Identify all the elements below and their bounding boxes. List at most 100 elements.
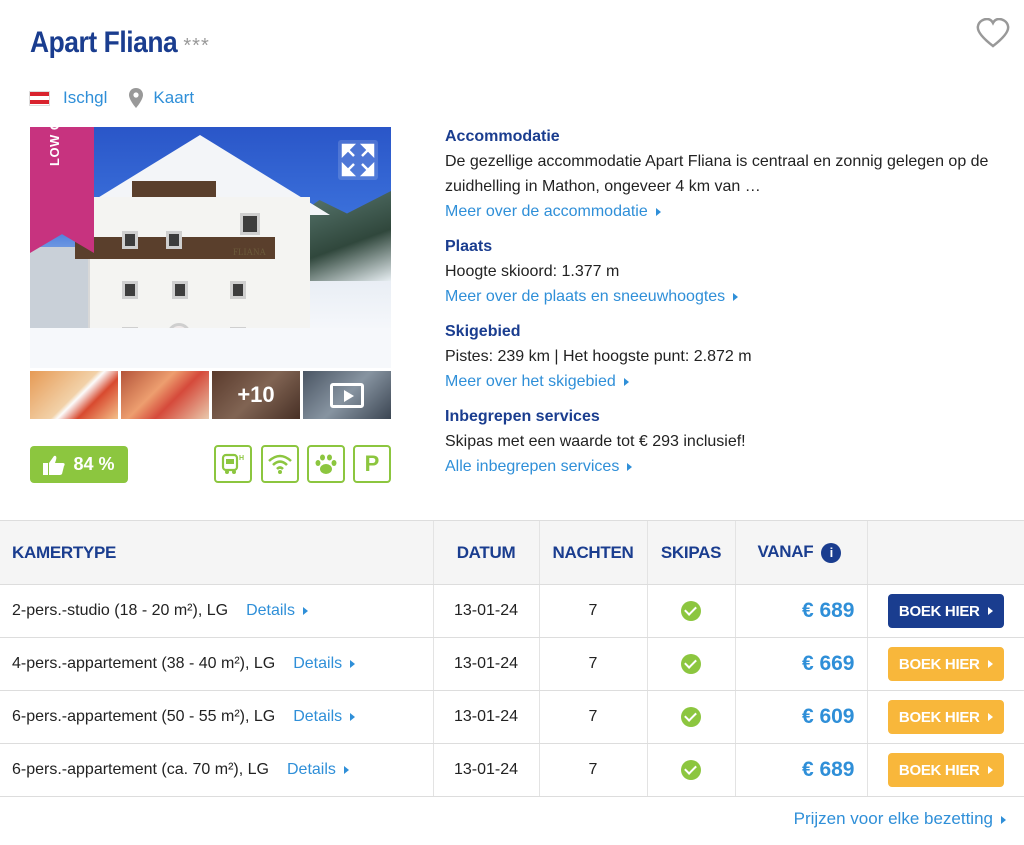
map-link[interactable]: Kaart — [153, 88, 194, 108]
chevron-right-icon — [350, 712, 356, 721]
book-button[interactable]: BOEK HIER — [887, 700, 1004, 734]
info-panel: Accommodatie De gezellige accommodatie A… — [445, 124, 1015, 489]
header-empty — [866, 520, 1024, 585]
book-button-label: BOEK HIER — [898, 761, 980, 779]
date-cell: 13-01-24 — [432, 690, 539, 744]
chevron-right-icon — [987, 713, 993, 721]
accommodation-title: Accommodatie — [445, 128, 560, 145]
ski-area-text: Pistes: 239 km | Het hoogste punt: 2.872… — [445, 348, 752, 365]
check-icon — [681, 707, 701, 727]
price-cell: € 669 — [734, 637, 867, 691]
room-type-cell: 6-pers.-appartement (ca. 70 m²), LG Detai… — [0, 743, 433, 797]
more-photos-count: +10 — [237, 382, 275, 407]
info-icon[interactable]: i — [821, 542, 842, 563]
skipass-cell — [646, 743, 735, 797]
bus-icon: H — [214, 445, 252, 483]
chevron-right-icon — [623, 377, 629, 386]
thumbnail-2[interactable] — [121, 371, 209, 419]
hotel-sign: FLIANA — [233, 247, 266, 257]
ski-area-block: Skigebied Pistes: 239 km | Het hoogste p… — [445, 319, 1015, 394]
thumbnail-1[interactable] — [30, 371, 118, 419]
room-type-cell: 4-pers.-appartement (38 - 40 m²), LG Deta… — [0, 637, 433, 691]
wifi-icon — [261, 445, 299, 483]
favorite-heart-icon[interactable] — [976, 18, 1010, 48]
accommodation-block: Accommodatie De gezellige accommodatie A… — [445, 124, 1015, 224]
book-cell: BOEK HIER — [866, 637, 1024, 691]
book-button-label: BOEK HIER — [898, 708, 980, 726]
skipass-cell — [646, 584, 735, 638]
check-icon — [681, 760, 701, 780]
header-vanaf-label: VANAF — [757, 542, 814, 562]
more-place-link[interactable]: Meer over de plaats en sneeuwhoogtes — [445, 288, 725, 305]
chevron-right-icon — [1001, 815, 1006, 824]
room-table: KAMERTYPE DATUM NACHTEN SKIPAS VANAF i 2-… — [0, 520, 1024, 797]
hotel-name: Apart Fliana — [30, 26, 178, 59]
title-row: Apart Fliana *** — [30, 26, 210, 60]
date-cell: 13-01-24 — [432, 637, 539, 691]
place-block: Plaats Hoogte skioord: 1.377 m Meer over… — [445, 234, 1015, 309]
header-skipas: SKIPAS — [646, 520, 735, 585]
nights-cell: 7 — [538, 690, 647, 744]
thumbnail-more[interactable]: +10 — [212, 371, 300, 419]
details-link[interactable]: Details — [246, 602, 295, 619]
prices-per-occupancy-label: Prijzen voor elke bezetting — [793, 809, 993, 828]
book-button-label: BOEK HIER — [898, 602, 980, 620]
header-kamertype: KAMERTYPE — [0, 520, 433, 585]
expand-icon[interactable] — [338, 140, 378, 180]
nights-cell: 7 — [538, 637, 647, 691]
table-row: 6-pers.-appartement (50 - 55 m²), LG Deta… — [0, 690, 1024, 744]
skipass-cell — [646, 637, 735, 691]
svg-text:H: H — [239, 455, 244, 462]
rating-badge: 84 % — [30, 446, 128, 483]
chevron-right-icon — [987, 607, 993, 615]
date-cell: 13-01-24 — [432, 584, 539, 638]
book-button-label: BOEK HIER — [898, 655, 980, 673]
table-row: 2-pers.-studio (18 - 20 m²), LG Details 13… — [0, 584, 1024, 638]
chevron-right-icon — [302, 606, 308, 615]
book-cell: BOEK HIER — [866, 743, 1024, 797]
book-cell: BOEK HIER — [866, 584, 1024, 638]
price-cell: € 689 — [734, 743, 867, 797]
ski-area-title: Skigebied — [445, 323, 521, 340]
more-ski-area-link[interactable]: Meer over het skigebied — [445, 373, 616, 390]
map-pin-icon — [129, 88, 144, 108]
chevron-right-icon — [343, 765, 349, 774]
thumbnail-strip: +10 — [30, 371, 391, 419]
star-rating: *** — [183, 35, 210, 57]
low-cost-label: LOW COST — [47, 91, 62, 166]
video-thumbnail[interactable] — [303, 371, 391, 419]
all-services-link[interactable]: Alle inbegrepen services — [445, 458, 619, 475]
room-type-cell: 6-pers.-appartement (50 - 55 m²), LG Deta… — [0, 690, 433, 744]
parking-label: P — [364, 451, 380, 476]
book-button[interactable]: BOEK HIER — [887, 753, 1004, 787]
play-video-icon — [330, 383, 364, 408]
services-text: Skipas met een waarde tot € 293 inclusie… — [445, 433, 746, 450]
room-type: 2-pers.-studio (18 - 20 m²), LG — [12, 602, 229, 619]
book-button[interactable]: BOEK HIER — [887, 594, 1004, 628]
check-icon — [681, 654, 701, 674]
header-datum: DATUM — [432, 520, 539, 585]
skipass-cell — [646, 690, 735, 744]
prices-per-occupancy-link[interactable]: Prijzen voor elke bezetting — [794, 809, 1006, 829]
location-link[interactable]: Ischgl — [63, 88, 107, 108]
price-cell: € 689 — [734, 584, 867, 638]
details-link[interactable]: Details — [293, 708, 342, 725]
chevron-right-icon — [655, 207, 661, 216]
book-button[interactable]: BOEK HIER — [887, 647, 1004, 681]
header-vanaf: VANAF i — [734, 520, 867, 585]
book-cell: BOEK HIER — [866, 690, 1024, 744]
place-text: Hoogte skioord: 1.377 m — [445, 263, 620, 280]
chevron-right-icon — [987, 660, 993, 668]
chevron-right-icon — [733, 292, 739, 301]
room-type: 6-pers.-appartement (ca. 70 m²), LG — [12, 761, 269, 778]
place-title: Plaats — [445, 238, 493, 255]
details-link[interactable]: Details — [287, 761, 336, 778]
chevron-right-icon — [627, 462, 633, 471]
more-accommodation-link[interactable]: Meer over de accommodatie — [445, 203, 648, 220]
accommodation-text: De gezellige accommodatie Apart Fliana i… — [445, 153, 989, 195]
details-link[interactable]: Details — [293, 655, 342, 672]
services-block: Inbegrepen services Skipas met een waard… — [445, 404, 1015, 479]
table-header-row: KAMERTYPE DATUM NACHTEN SKIPAS VANAF i — [0, 520, 1024, 585]
table-row: 4-pers.-appartement (38 - 40 m²), LG Deta… — [0, 637, 1024, 691]
room-type-cell: 2-pers.-studio (18 - 20 m²), LG Details — [0, 584, 433, 638]
